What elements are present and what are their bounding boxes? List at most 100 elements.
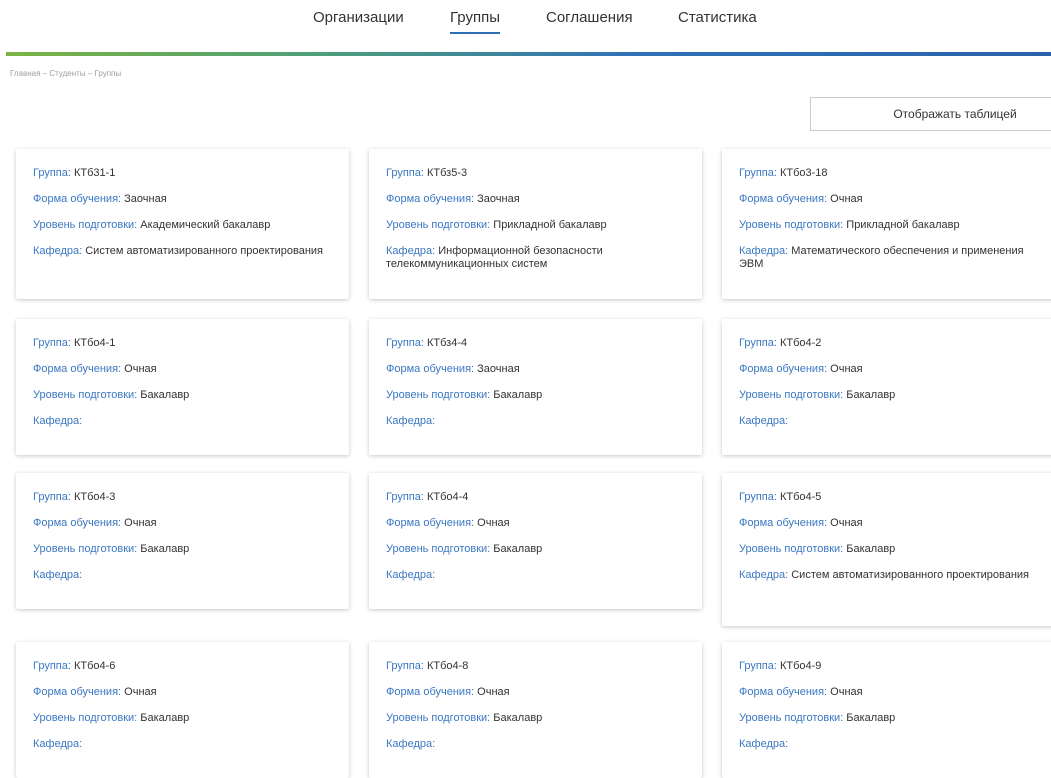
group-card[interactable]: Группа: КТбз5-3 Форма обучения: Заочная Ур… <box>369 149 702 299</box>
group-form-value: Заочная <box>124 193 167 205</box>
group-form-row: Форма обучения: Очная <box>739 363 1051 376</box>
group-form-value: Очная <box>477 517 510 529</box>
group-card[interactable]: Группа: КТбо4-6 Форма обучения: Очная Уров… <box>16 642 349 778</box>
group-department-row: Кафедра: <box>33 415 333 428</box>
group-form-row: Форма обучения: Очная <box>739 517 1051 530</box>
group-level-label: Уровень подготовки: <box>386 712 491 724</box>
group-department-row: Кафедра: <box>33 569 333 582</box>
group-form-row: Форма обучения: Очная <box>33 686 333 699</box>
group-group-row: Группа: КТбо4-2 <box>739 337 1051 350</box>
group-group-label: Группа: <box>386 660 424 672</box>
group-form-label: Форма обучения: <box>739 363 828 375</box>
group-form-row: Форма обучения: Очная <box>739 193 1051 206</box>
group-card[interactable]: Группа: КТбз4-4 Форма обучения: Заочная Ур… <box>369 319 702 455</box>
group-card[interactable]: Группа: КТбо3-18 Форма обучения: Очная Уро… <box>722 149 1051 299</box>
group-group-label: Группа: <box>739 660 777 672</box>
group-form-value: Очная <box>124 686 157 698</box>
group-department-row: Кафедра: <box>386 738 686 751</box>
group-form-label: Форма обучения: <box>33 686 122 698</box>
group-level-value: Бакалавр <box>846 389 896 401</box>
group-card[interactable]: Группа: КТбо4-2 Форма обучения: Очная Уров… <box>722 319 1051 455</box>
group-department-label: Кафедра: <box>386 415 436 427</box>
group-level-value: Бакалавр <box>140 389 190 401</box>
group-level-row: Уровень подготовки: Бакалавр <box>33 543 333 556</box>
group-form-label: Форма обучения: <box>739 193 828 205</box>
group-card[interactable]: Группа: КТбо4-3 Форма обучения: Очная Уров… <box>16 473 349 609</box>
breadcrumb: Главная – Студенты – Группы <box>10 69 122 78</box>
group-level-value: Бакалавр <box>846 543 896 555</box>
group-department-value: Систем автоматизированного проектировани… <box>85 245 323 257</box>
group-form-row: Форма обучения: Заочная <box>33 193 333 206</box>
group-level-row: Уровень подготовки: Бакалавр <box>739 389 1051 402</box>
group-department-row: Кафедра: Информационной безопасности тел… <box>386 245 686 271</box>
group-group-row: Группа: КТбз5-3 <box>386 167 686 180</box>
group-card[interactable]: Группа: КТбо4-5 Форма обучения: Очная Уров… <box>722 473 1051 626</box>
group-department-value: Систем автоматизированного проектировани… <box>791 569 1029 581</box>
group-group-value: КТбо4-5 <box>779 491 822 503</box>
group-group-label: Группа: <box>33 660 71 672</box>
group-level-value: Бакалавр <box>846 712 896 724</box>
group-group-value: КТбо4-8 <box>426 660 469 672</box>
group-group-label: Группа: <box>386 167 424 179</box>
group-group-row: Группа: КТбо4-1 <box>33 337 333 350</box>
group-form-row: Форма обучения: Очная <box>739 686 1051 699</box>
group-level-value: Бакалавр <box>140 712 190 724</box>
group-form-label: Форма обучения: <box>33 193 122 205</box>
group-group-value: КТбо4-3 <box>73 491 116 503</box>
group-card[interactable]: Группа: КТбо4-4 Форма обучения: Очная Уров… <box>369 473 702 609</box>
group-department-label: Кафедра: <box>739 569 789 581</box>
group-department-label: Кафедра: <box>33 415 83 427</box>
group-level-row: Уровень подготовки: Бакалавр <box>386 712 686 725</box>
group-department-label: Кафедра: <box>739 245 789 257</box>
group-card[interactable]: Группа: КТбо4-9 Форма обучения: Очная Уров… <box>722 642 1051 778</box>
top-nav: Организации Группы Соглашения Статистика <box>0 0 1051 50</box>
group-level-row: Уровень подготовки: Бакалавр <box>739 543 1051 556</box>
group-level-label: Уровень подготовки: <box>739 219 844 231</box>
group-group-label: Группа: <box>386 337 424 349</box>
group-group-label: Группа: <box>739 167 777 179</box>
group-card[interactable]: Группа: КТбо4-1 Форма обучения: Очная Уров… <box>16 319 349 455</box>
group-group-row: Группа: КТбо4-3 <box>33 491 333 504</box>
group-level-value: Бакалавр <box>140 543 190 555</box>
nav-item-groups[interactable]: Группы <box>450 9 500 34</box>
group-group-row: Группа: КТбо4-4 <box>386 491 686 504</box>
group-card[interactable]: Группа: КТбо4-8 Форма обучения: Очная Уров… <box>369 642 702 778</box>
group-level-label: Уровень подготовки: <box>33 219 138 231</box>
group-level-row: Уровень подготовки: Бакалавр <box>33 712 333 725</box>
group-department-label: Кафедра: <box>386 569 436 581</box>
group-level-row: Уровень подготовки: Бакалавр <box>33 389 333 402</box>
group-level-label: Уровень подготовки: <box>33 389 138 401</box>
group-group-label: Группа: <box>739 491 777 503</box>
group-group-row: Группа: КТбо4-6 <box>33 660 333 673</box>
group-level-label: Уровень подготовки: <box>739 543 844 555</box>
nav-item-statistics[interactable]: Статистика <box>678 9 757 26</box>
group-group-value: КТбо4-2 <box>779 337 822 349</box>
group-level-value: Прикладной бакалавр <box>846 219 960 231</box>
group-level-label: Уровень подготовки: <box>386 389 491 401</box>
nav-item-organizations[interactable]: Организации <box>313 9 404 26</box>
group-group-label: Группа: <box>33 167 71 179</box>
group-group-value: КТбз5-3 <box>426 167 468 179</box>
group-group-value: КТбо4-1 <box>73 337 116 349</box>
group-level-value: Академический бакалавр <box>140 219 271 231</box>
group-group-value: КТбо3-18 <box>779 167 828 179</box>
group-form-row: Форма обучения: Заочная <box>386 363 686 376</box>
group-level-value: Бакалавр <box>493 712 543 724</box>
group-department-row: Кафедра: <box>33 738 333 751</box>
show-as-table-button[interactable]: Отображать таблицей <box>810 97 1051 131</box>
group-department-row: Кафедра: <box>386 415 686 428</box>
group-level-value: Бакалавр <box>493 543 543 555</box>
group-form-label: Форма обучения: <box>33 517 122 529</box>
nav-item-agreements[interactable]: Соглашения <box>546 9 633 26</box>
group-department-label: Кафедра: <box>386 738 436 750</box>
group-level-row: Уровень подготовки: Академический бакала… <box>33 219 333 232</box>
group-card[interactable]: Группа: КТб31-1 Форма обучения: Заочная Ур… <box>16 149 349 299</box>
group-form-value: Очная <box>124 363 157 375</box>
group-level-row: Уровень подготовки: Прикладной бакалавр <box>386 219 686 232</box>
group-level-value: Прикладной бакалавр <box>493 219 607 231</box>
group-group-value: КТбо4-6 <box>73 660 116 672</box>
group-form-value: Заочная <box>477 193 520 205</box>
group-level-label: Уровень подготовки: <box>386 219 491 231</box>
group-group-value: КТбо4-9 <box>779 660 822 672</box>
group-level-label: Уровень подготовки: <box>739 389 844 401</box>
